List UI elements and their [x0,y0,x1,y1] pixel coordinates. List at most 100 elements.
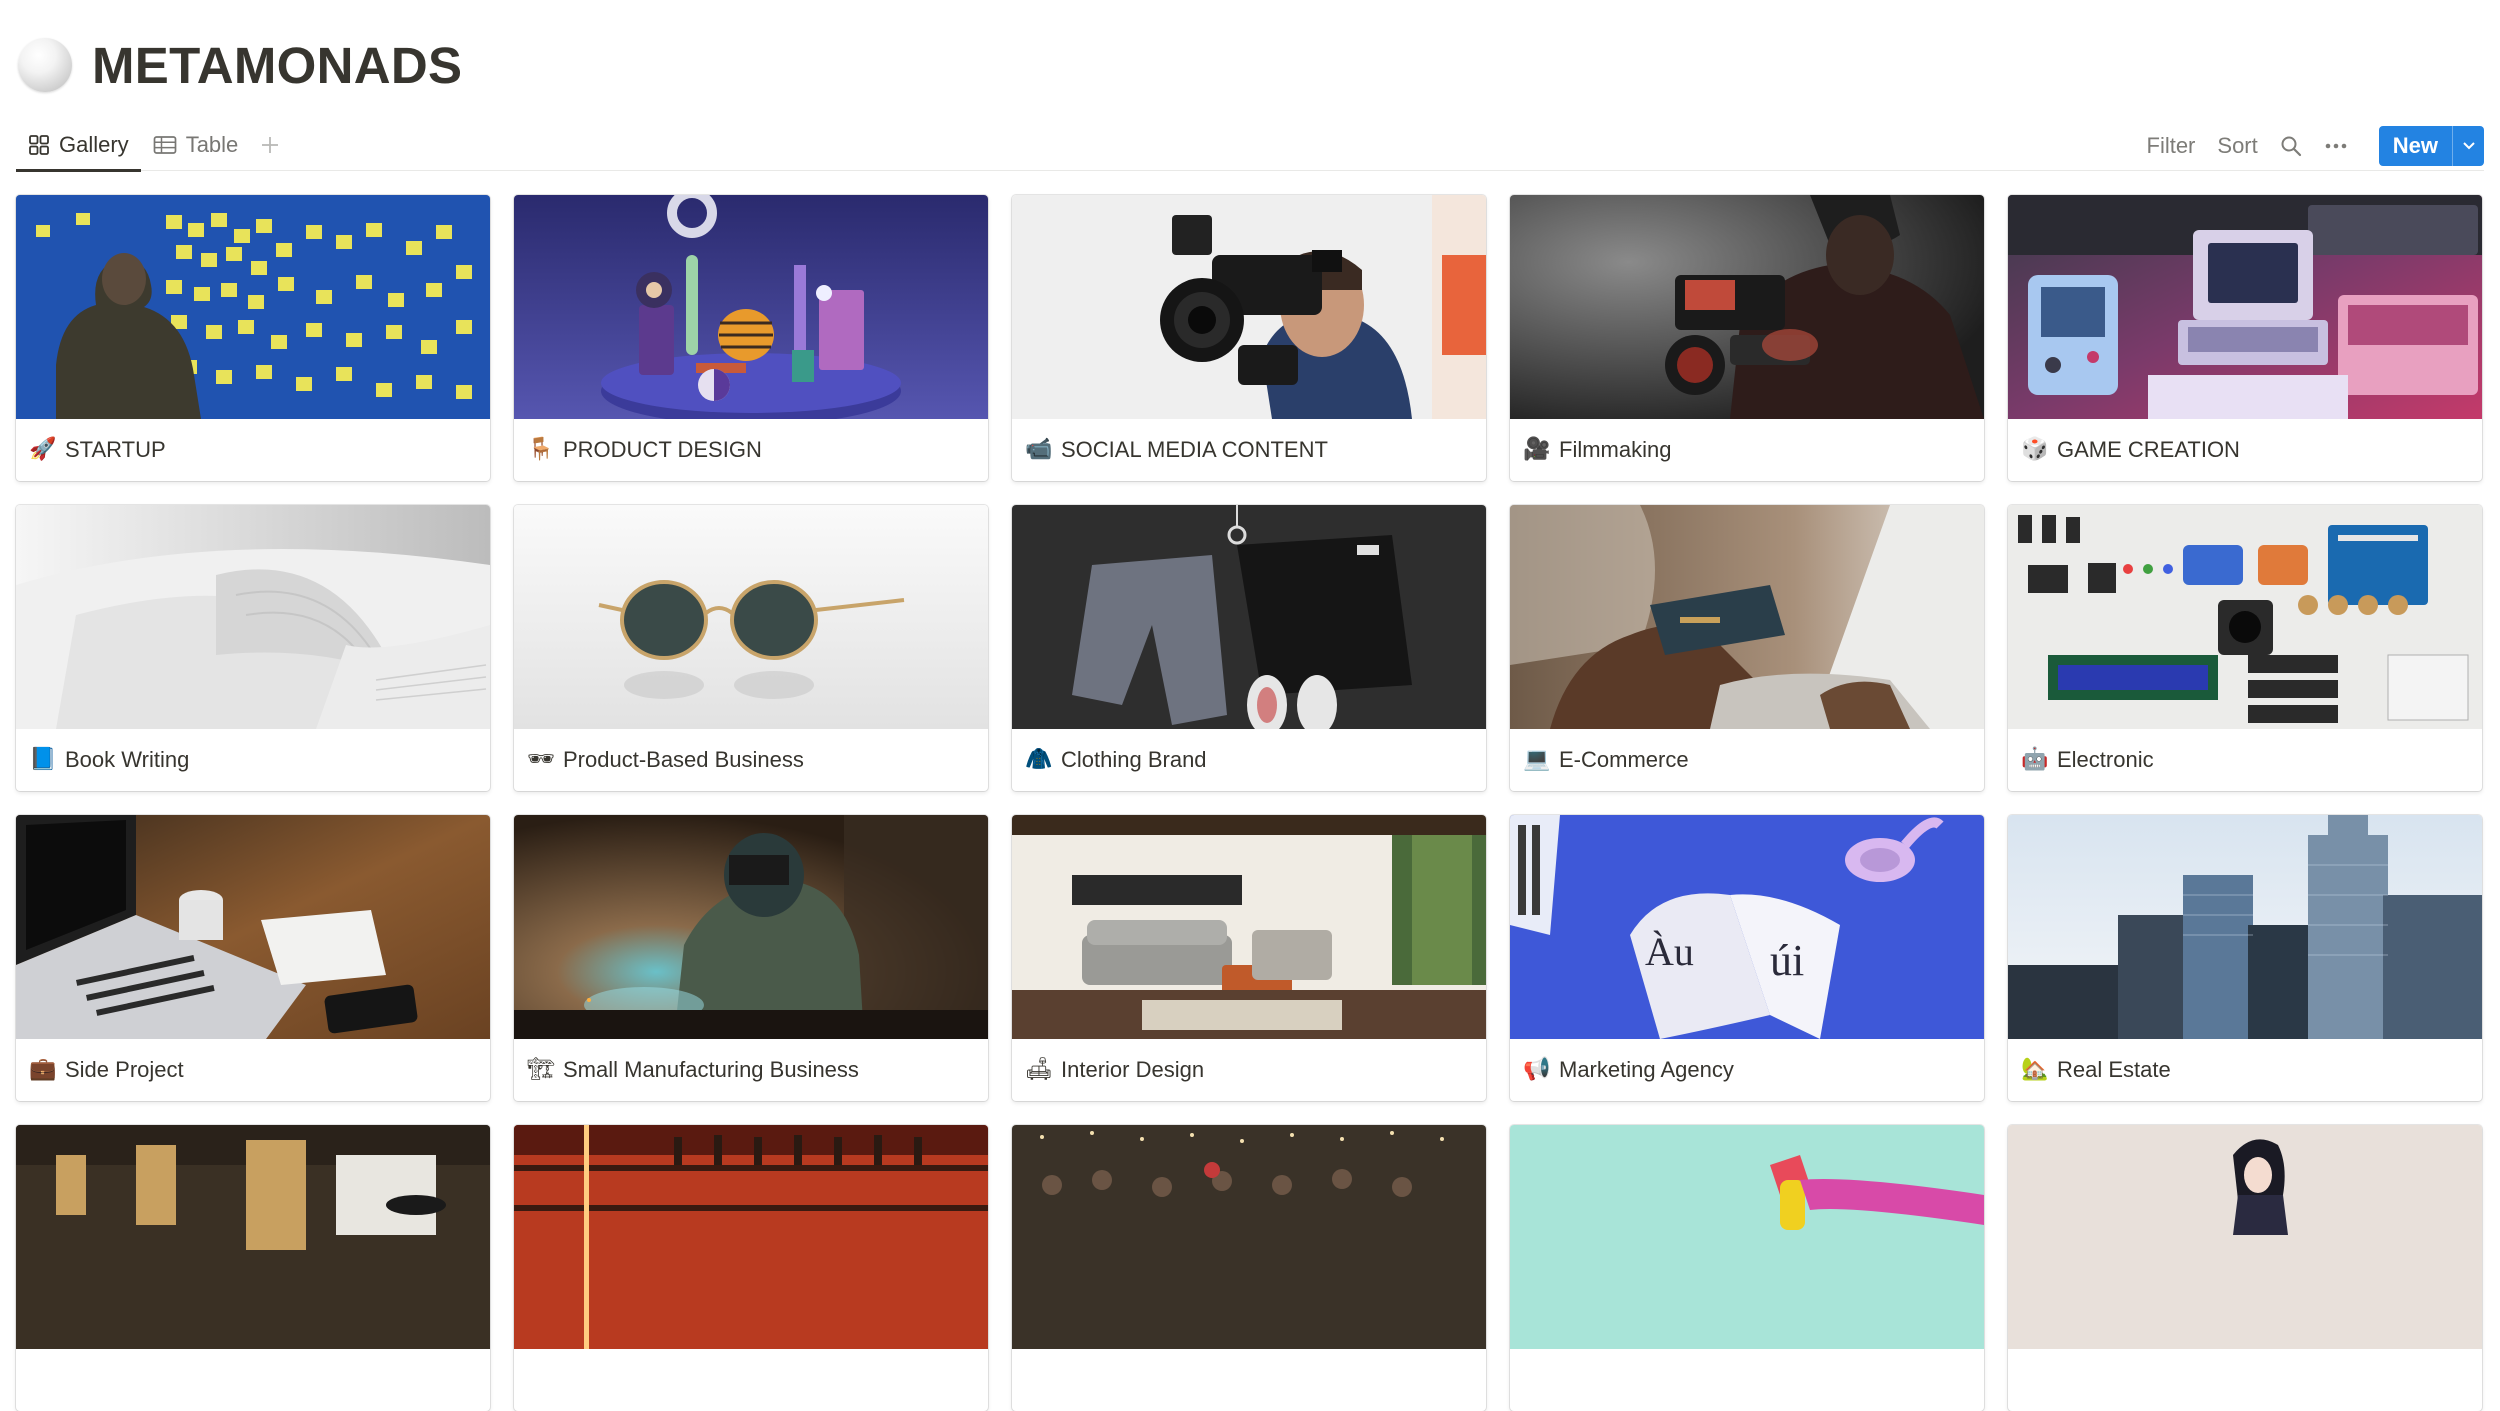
card-cover-image [1012,505,1486,729]
gallery-card[interactable]: 🎥 Filmmaking [1510,195,1984,481]
laptop-icon: 💻 [1523,747,1551,772]
page-title[interactable]: METAMONADS [92,36,462,95]
gallery-card[interactable] [1510,1125,1984,1411]
card-title-row: 📹 SOCIAL MEDIA CONTENT [1012,419,1486,481]
card-cover-image [1510,195,1984,419]
card-cover-image [2008,1125,2482,1349]
chair-icon: 🪑 [527,437,555,462]
card-title: Real Estate [2057,1057,2171,1082]
gallery-card[interactable]: 🪑 PRODUCT DESIGN [514,195,988,481]
card-title: Small Manufacturing Business [563,1057,859,1082]
new-dropdown-button[interactable] [2452,126,2484,166]
gallery-card[interactable]: 🤖 Electronic [2008,505,2482,791]
card-title: GAME CREATION [2057,437,2240,462]
briefcase-icon: 💼 [29,1057,57,1082]
gallery-card[interactable]: Àu úi 📢 Marketing Agency [1510,815,1984,1101]
card-cover-image [514,195,988,419]
card-title: Clothing Brand [1061,747,1207,772]
gallery-card[interactable]: 🚀 STARTUP [16,195,490,481]
megaphone-icon: 📢 [1523,1057,1551,1082]
card-icon [528,1367,554,1393]
couch-icon: 🛋 [1025,1057,1053,1082]
chevron-down-icon [2462,142,2475,150]
card-title-row: 🕶 Product-Based Business [514,729,988,791]
card-title: Marketing Agency [1559,1057,1734,1082]
svg-text:Àu: Àu [1645,929,1694,974]
search-button[interactable] [2269,126,2313,166]
gallery-grid: 🚀 STARTUP 🪑 PRODUCT DESIGN 📹 SOCIAL MEDI… [16,195,2482,1411]
new-button-group: New [2378,126,2484,166]
card-cover-image [16,1125,490,1349]
card-title-row: 🏗 Small Manufacturing Business [514,1039,988,1101]
card-cover-image [1012,815,1486,1039]
card-title: E-Commerce [1559,747,1689,772]
tab-gallery[interactable]: Gallery [16,118,141,172]
gallery-card[interactable]: 🧥 Clothing Brand [1012,505,1486,791]
card-icon [2022,1367,2048,1393]
card-title-row: 🎥 Filmmaking [1510,419,1984,481]
gallery-card[interactable]: 🛋 Interior Design [1012,815,1486,1101]
gallery-card[interactable] [1012,1125,1486,1411]
gallery-card[interactable]: 📘 Book Writing [16,505,490,791]
card-title-row [1012,1349,1486,1411]
card-title-row: 💼 Side Project [16,1039,490,1101]
plus-icon [262,136,279,153]
gallery-card[interactable]: 💻 E-Commerce [1510,505,1984,791]
card-title-row: 🛋 Interior Design [1012,1039,1486,1101]
card-cover-image [1510,1125,1984,1349]
blue-book-icon: 📘 [29,747,57,772]
card-cover-image [2008,195,2482,419]
gallery-card[interactable]: 🏡 Real Estate [2008,815,2482,1101]
gallery-card[interactable]: 🕶 Product-Based Business [514,505,988,791]
card-title: PRODUCT DESIGN [563,437,762,462]
view-actions: Filter Sort New [2136,126,2484,166]
gallery-card[interactable] [514,1125,988,1411]
card-cover-image [1012,195,1486,419]
card-title-row: 💻 E-Commerce [1510,729,1984,791]
card-cover-image [514,815,988,1039]
more-button[interactable] [2313,126,2359,166]
new-button[interactable]: New [2379,126,2452,166]
gallery-card[interactable]: 📹 SOCIAL MEDIA CONTENT [1012,195,1486,481]
video-camera-icon: 📹 [1025,437,1053,462]
page-icon[interactable] [18,38,72,92]
card-title: Electronic [2057,747,2154,772]
card-cover-image: Àu úi [1510,815,1984,1039]
card-cover-image [16,195,490,419]
tab-label: Table [185,131,239,157]
card-title-row: 📘 Book Writing [16,729,490,791]
view-tabs: Gallery Table [16,118,290,172]
svg-text:úi: úi [1770,936,1804,985]
gallery-card[interactable] [2008,1125,2482,1411]
more-icon [2325,143,2347,149]
coat-icon: 🧥 [1025,747,1053,772]
gallery-card[interactable]: 🎲 GAME CREATION [2008,195,2482,481]
add-view-button[interactable] [250,118,290,171]
sort-button[interactable]: Sort [2206,126,2268,166]
card-title: Product-Based Business [563,747,804,772]
card-title-row: 🧥 Clothing Brand [1012,729,1486,791]
card-icon [1524,1367,1550,1393]
card-title: Book Writing [65,747,190,772]
card-title-row [514,1349,988,1411]
gallery-card[interactable]: 🏗 Small Manufacturing Business [514,815,988,1101]
card-title-row: 🪑 PRODUCT DESIGN [514,419,988,481]
card-title-row [2008,1349,2482,1411]
tab-table[interactable]: Table [141,118,251,171]
factory-icon: 🏗 [527,1057,555,1082]
card-cover-image [16,505,490,729]
card-title: STARTUP [65,437,166,462]
gallery-card[interactable] [16,1125,490,1411]
house-icon: 🏡 [2021,1057,2049,1082]
sunglasses-icon: 🕶 [527,747,555,772]
card-title: SOCIAL MEDIA CONTENT [1061,437,1328,462]
card-cover-image [514,505,988,729]
card-cover-image [2008,815,2482,1039]
movie-camera-icon: 🎥 [1523,437,1551,462]
card-cover-image [514,1125,988,1349]
card-cover-image [2008,505,2482,729]
card-title: Interior Design [1061,1057,1205,1082]
view-bar: Gallery Table Filter Sort New [16,118,2484,172]
filter-button[interactable]: Filter [2136,126,2207,166]
gallery-card[interactable]: 💼 Side Project [16,815,490,1101]
